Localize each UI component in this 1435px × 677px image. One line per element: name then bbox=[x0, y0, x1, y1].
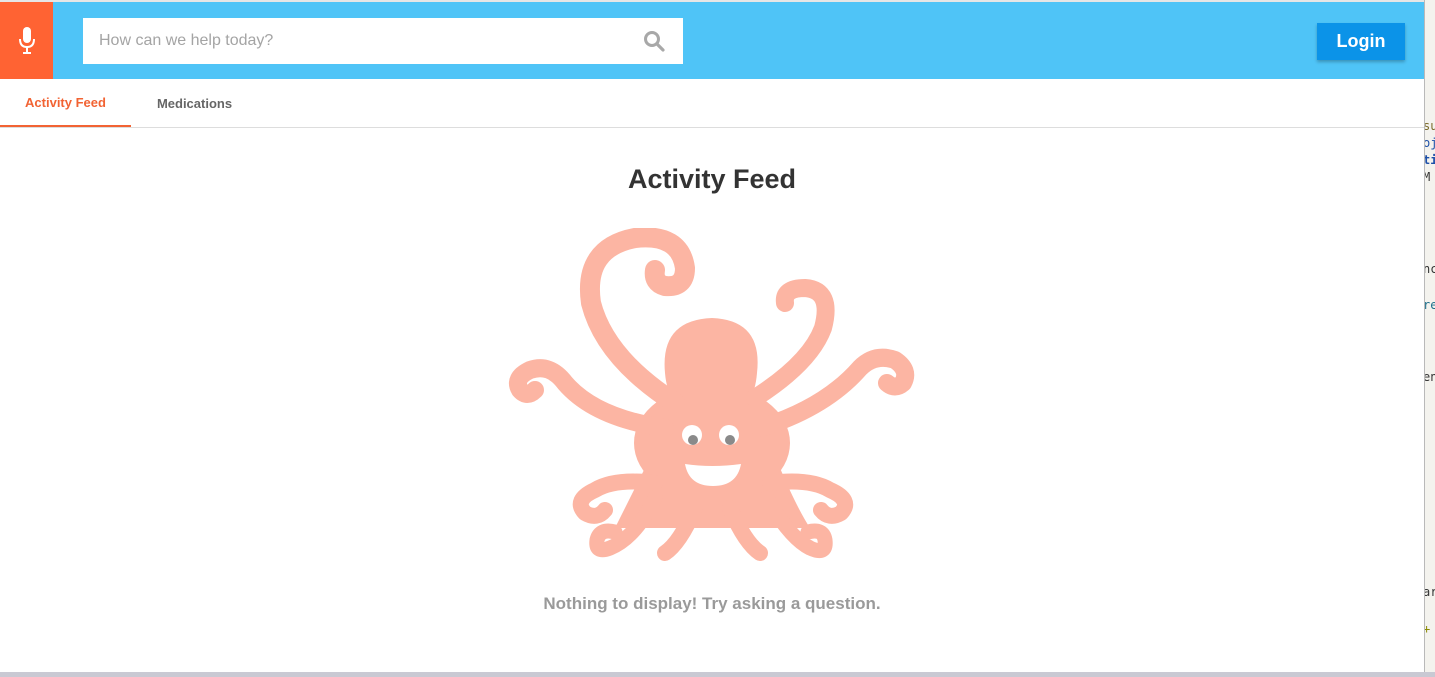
search-icon[interactable] bbox=[643, 30, 665, 52]
empty-state-message: Nothing to display! Try asking a questio… bbox=[543, 594, 881, 613]
login-button[interactable]: Login bbox=[1317, 23, 1405, 60]
background-window-edge: su oj ti M nc re en ar + bbox=[1424, 0, 1435, 672]
tab-activity-feed[interactable]: Activity Feed bbox=[0, 79, 131, 127]
page-title: Activity Feed bbox=[627, 164, 797, 194]
top-header: Login bbox=[0, 0, 1424, 79]
voice-input-button[interactable] bbox=[0, 2, 53, 79]
microphone-icon bbox=[18, 26, 35, 54]
tab-bar: Activity Feed Medications bbox=[0, 79, 1424, 128]
octopus-illustration bbox=[509, 228, 915, 561]
window-bottom-edge bbox=[0, 672, 1435, 677]
search-input[interactable] bbox=[83, 18, 633, 64]
search-box bbox=[83, 18, 683, 64]
app-window: Login Activity Feed Medications Activity… bbox=[0, 0, 1424, 672]
tab-medications[interactable]: Medications bbox=[131, 79, 258, 127]
